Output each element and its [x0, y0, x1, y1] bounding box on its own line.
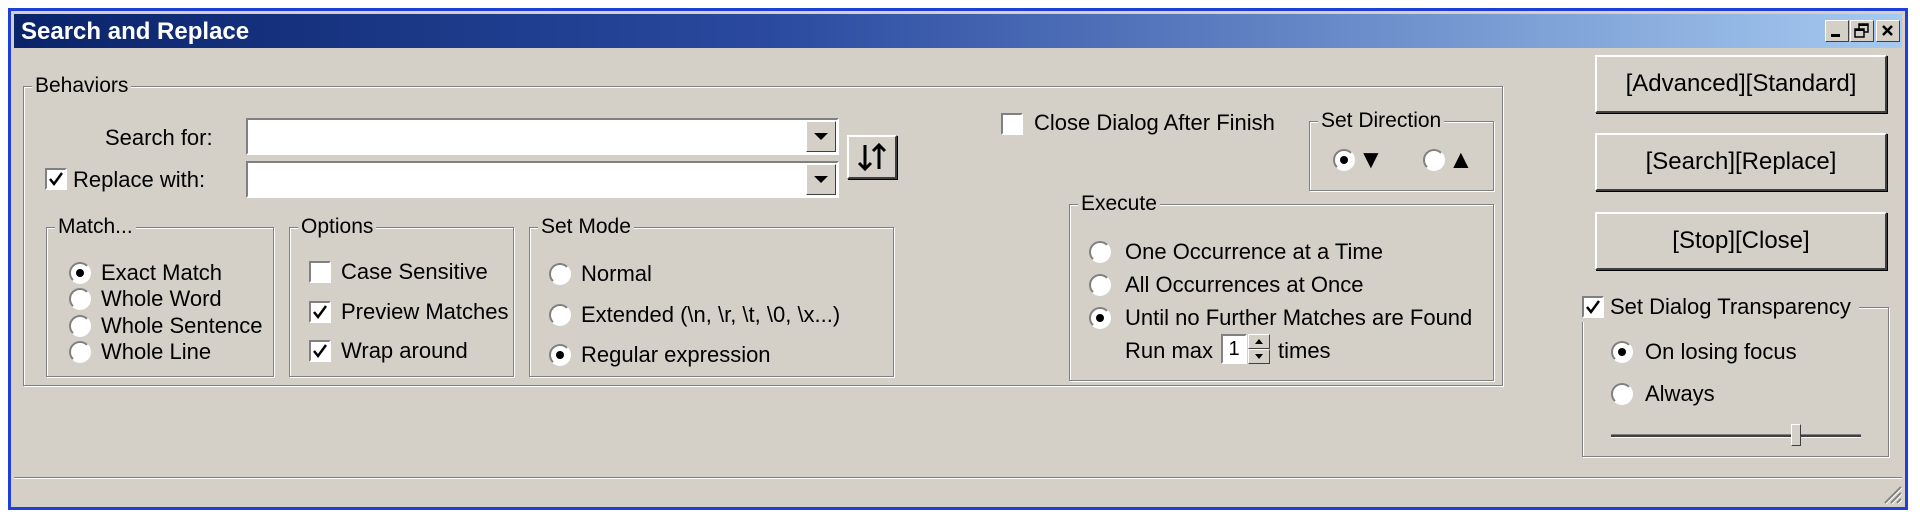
mode-regex-radio[interactable]	[549, 344, 571, 366]
run-max-label: Run max	[1125, 338, 1214, 363]
search-replace-button[interactable]: [Search][Replace]	[1595, 133, 1887, 191]
spin-down-button[interactable]	[1248, 349, 1270, 364]
arrow-up-icon: ▲	[1448, 144, 1474, 174]
match-word-label: Whole Word	[101, 286, 222, 311]
case-sensitive-checkbox[interactable]	[309, 261, 331, 283]
match-legend: Match...	[55, 215, 136, 239]
search-for-combo[interactable]	[246, 118, 839, 155]
chevron-down-icon	[814, 176, 828, 183]
close-window-button[interactable]	[1876, 20, 1900, 42]
set-mode-legend: Set Mode	[538, 215, 634, 239]
run-max-spinner[interactable]	[1248, 334, 1270, 364]
arrow-down-icon: ▼	[1358, 144, 1384, 174]
wrap-around-checkbox[interactable]	[309, 340, 331, 362]
execute-all-label: All Occurrences at Once	[1125, 272, 1364, 297]
replace-input[interactable]	[251, 163, 795, 195]
chevron-down-icon	[814, 133, 828, 140]
minimize-icon	[1831, 34, 1840, 37]
slider-thumb[interactable]	[1791, 424, 1801, 446]
search-replace-dialog: Search and Replace Behaviors Search for:	[8, 8, 1908, 510]
restore-icon	[1854, 23, 1869, 38]
swap-fields-button[interactable]	[847, 135, 897, 179]
check-icon	[313, 344, 328, 359]
execute-one-label: One Occurrence at a Time	[1125, 239, 1383, 264]
wrap-around-label: Wrap around	[341, 338, 468, 363]
close-icon	[1882, 25, 1893, 36]
search-dropdown-button[interactable]	[806, 121, 836, 152]
restore-button[interactable]	[1850, 20, 1874, 42]
mode-regex-label: Regular expression	[581, 342, 771, 367]
replace-dropdown-button[interactable]	[806, 164, 836, 195]
mode-normal-label: Normal	[581, 261, 652, 286]
swap-arrows-icon	[857, 142, 887, 172]
match-line-label: Whole Line	[101, 339, 212, 364]
mode-extended-radio[interactable]	[549, 304, 571, 326]
direction-up-radio[interactable]	[1423, 149, 1445, 171]
transparency-always-label: Always	[1645, 381, 1715, 406]
check-icon	[1586, 300, 1601, 315]
execute-until-radio[interactable]	[1089, 307, 1111, 329]
spin-up-button[interactable]	[1248, 334, 1270, 349]
transparency-focus-radio[interactable]	[1611, 341, 1633, 363]
status-bar	[14, 477, 1902, 508]
replace-with-label: Replace with:	[73, 167, 206, 192]
transparency-label: Set Dialog Transparency	[1610, 294, 1851, 319]
window-title: Search and Replace	[21, 18, 250, 45]
transparency-always-radio[interactable]	[1611, 383, 1633, 405]
execute-all-radio[interactable]	[1089, 274, 1111, 296]
title-bar[interactable]: Search and Replace	[14, 14, 1902, 48]
resize-grip-icon[interactable]	[1881, 483, 1903, 505]
spin-up-icon	[1255, 339, 1263, 344]
check-icon	[313, 305, 328, 320]
transparency-focus-label: On losing focus	[1645, 339, 1797, 364]
options-legend: Options	[298, 215, 377, 239]
replace-with-combo[interactable]	[246, 161, 839, 198]
minimize-button[interactable]	[1825, 20, 1849, 42]
spin-down-icon	[1255, 354, 1263, 359]
match-sentence-label: Whole Sentence	[101, 313, 263, 338]
close-after-finish-label: Close Dialog After Finish	[1034, 110, 1275, 135]
preview-matches-label: Preview Matches	[341, 299, 509, 324]
execute-until-label: Until no Further Matches are Found	[1125, 305, 1473, 330]
mode-extended-label: Extended (\n, \r, \t, \0, \x...)	[581, 302, 841, 327]
preview-matches-checkbox[interactable]	[309, 301, 331, 323]
slider-track	[1611, 434, 1861, 438]
behaviors-legend: Behaviors	[32, 74, 132, 98]
transparency-checkbox[interactable]	[1582, 296, 1604, 318]
case-sensitive-label: Case Sensitive	[341, 259, 488, 284]
match-sentence-radio[interactable]	[69, 315, 91, 337]
advanced-standard-button[interactable]: [Advanced][Standard]	[1595, 55, 1887, 113]
run-max-input[interactable]: 1	[1221, 334, 1247, 364]
set-direction-legend: Set Direction	[1318, 109, 1445, 133]
match-line-radio[interactable]	[69, 341, 91, 363]
transparency-legend: Set Dialog Transparency	[1574, 294, 1859, 322]
stop-close-button[interactable]: [Stop][Close]	[1595, 212, 1887, 270]
match-exact-radio[interactable]	[69, 262, 91, 284]
mode-normal-radio[interactable]	[549, 263, 571, 285]
execute-legend: Execute	[1078, 192, 1160, 216]
replace-with-checkbox[interactable]	[45, 168, 67, 190]
match-exact-label: Exact Match	[101, 260, 223, 285]
close-after-finish-checkbox[interactable]	[1001, 113, 1023, 135]
times-label: times	[1278, 338, 1331, 363]
search-for-label: Search for:	[105, 125, 213, 150]
search-input[interactable]	[251, 120, 795, 152]
execute-one-radio[interactable]	[1089, 241, 1111, 263]
transparency-slider[interactable]	[1611, 422, 1861, 452]
check-icon	[49, 172, 64, 187]
direction-down-radio[interactable]	[1333, 149, 1355, 171]
match-word-radio[interactable]	[69, 288, 91, 310]
